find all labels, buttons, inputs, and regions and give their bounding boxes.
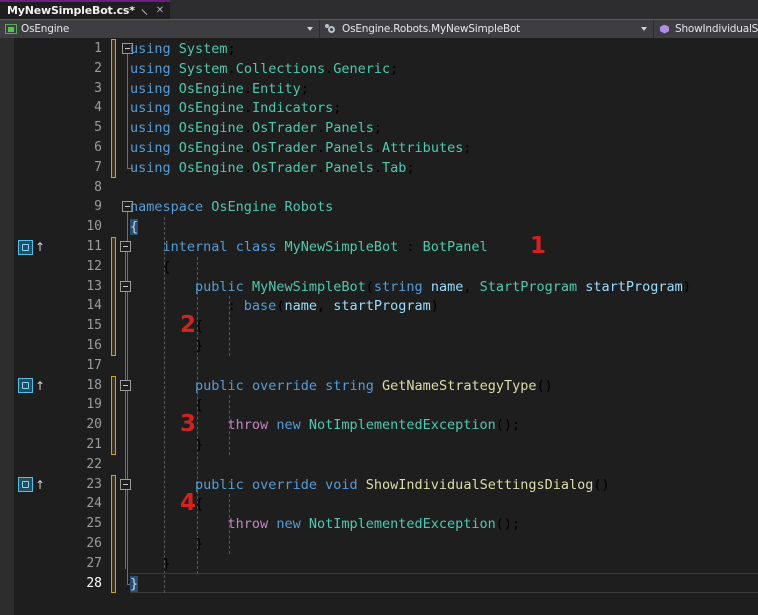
code-line[interactable]: } — [130, 574, 139, 594]
annotation-number-2: 2 — [180, 312, 197, 339]
code-line[interactable]: : base(name, startProgram) — [130, 296, 439, 316]
line-number: 22 — [86, 456, 102, 472]
line-number: 7 — [94, 159, 102, 175]
code-line[interactable]: using OsEngine.Entity; — [130, 79, 309, 99]
method-icon — [659, 24, 671, 35]
fold-span-line — [127, 207, 128, 584]
close-icon[interactable]: ✕ — [156, 5, 164, 16]
change-bar-segment — [111, 474, 116, 594]
line-number: 9 — [94, 199, 102, 215]
code-line[interactable]: public override string GetNameStrategyTy… — [130, 376, 553, 396]
navbar-member-label: ShowIndividualSetting — [675, 23, 758, 35]
change-bar-segment — [111, 375, 116, 455]
line-number: 24 — [86, 496, 102, 512]
annotation-number-1: 1 — [530, 233, 547, 259]
code-line[interactable]: using System.Collections.Generic; — [130, 59, 398, 79]
code-line[interactable] — [130, 455, 138, 475]
class-icon — [325, 23, 338, 35]
line-number: 5 — [94, 120, 102, 136]
pin-icon[interactable]: ⚊ — [139, 3, 153, 17]
fold-span-line — [125, 291, 126, 351]
line-number: 17 — [86, 357, 102, 373]
inheritance-glyph[interactable]: ↑ — [18, 376, 60, 396]
navbar-member-dropdown[interactable]: ShowIndividualSetting — [654, 20, 758, 38]
line-number: 1 — [94, 41, 102, 56]
code-line[interactable] — [130, 356, 138, 376]
code-line[interactable]: { — [130, 217, 139, 237]
project-icon — [5, 24, 17, 34]
code-line[interactable]: using OsEngine.OsTrader.Panels; — [130, 118, 382, 138]
line-number: 3 — [94, 80, 102, 96]
code-line[interactable]: namespace OsEngine.Robots — [130, 197, 333, 217]
change-bar-segment — [111, 39, 116, 178]
line-number: 26 — [86, 536, 102, 551]
inheritance-icon[interactable] — [18, 239, 33, 255]
annotation-number-3: 3 — [180, 411, 197, 438]
code-line[interactable]: throw new NotImplementedException(); — [130, 514, 521, 534]
change-tracking-bar — [110, 38, 118, 615]
code-line[interactable]: using OsEngine.OsTrader.Panels.Tab; — [130, 158, 415, 178]
line-number: 20 — [86, 417, 102, 433]
code-editor[interactable]: ↑ ↑ ↑ 1 2 3 4 5 6 7 8 9 10 11 12 13 14 15 16 17 18 19 20 21 22 2… — [0, 38, 758, 615]
navbar-project-dropdown[interactable]: OsEngine — [0, 20, 320, 38]
code-line[interactable]: { — [130, 257, 171, 277]
inheritance-icon[interactable] — [18, 477, 33, 493]
line-number-margin: 1 2 3 4 5 6 7 8 9 10 11 12 13 14 15 16 17 18 19 20 21 22 23 24 2… — [60, 38, 102, 615]
line-number: 15 — [86, 318, 102, 334]
tab-title: MyNewSimpleBot.cs* — [7, 4, 135, 17]
code-line[interactable]: internal class MyNewSimpleBot : BotPanel — [130, 237, 488, 257]
code-line[interactable]: } — [130, 554, 171, 574]
editor-tab-mynewsimplebot[interactable]: MyNewSimpleBot.cs* ⚊ ✕ — [0, 0, 171, 19]
inheritance-glyph[interactable]: ↑ — [18, 475, 60, 495]
arrow-up-icon[interactable]: ↑ — [35, 241, 45, 253]
change-bar-segment — [111, 237, 116, 356]
line-number: 2 — [94, 60, 102, 76]
line-number: 6 — [94, 140, 102, 155]
line-number: 10 — [86, 219, 102, 235]
line-number: 19 — [86, 397, 102, 413]
line-number: 16 — [86, 338, 102, 353]
fold-span-line — [127, 49, 128, 168]
fold-span-line — [125, 489, 126, 549]
code-text-area[interactable]: using System; using System.Collections.Ge… — [120, 38, 758, 615]
code-line[interactable]: using System; — [130, 39, 236, 59]
line-number: 28 — [86, 575, 102, 591]
editor-tab-strip: MyNewSimpleBot.cs* ⚊ ✕ — [0, 0, 758, 19]
navbar-project-label: OsEngine — [21, 23, 70, 35]
line-number: 25 — [86, 516, 102, 532]
inheritance-icon[interactable] — [18, 378, 33, 394]
fold-span-line — [125, 390, 126, 450]
code-line[interactable]: public override void ShowIndividualSetti… — [130, 475, 610, 495]
line-number: 23 — [86, 476, 102, 492]
line-number: 18 — [86, 377, 102, 393]
arrow-up-icon[interactable]: ↑ — [35, 479, 45, 491]
navbar-type-dropdown[interactable]: OsEngine.Robots.MyNewSimpleBot — [320, 20, 654, 38]
code-line[interactable]: using OsEngine.OsTrader.Panels.Attribute… — [130, 138, 471, 158]
navbar-type-label: OsEngine.Robots.MyNewSimpleBot — [342, 23, 521, 35]
editor-outer-margin — [0, 38, 14, 615]
code-line[interactable]: } — [130, 534, 203, 554]
arrow-up-icon[interactable]: ↑ — [35, 380, 45, 392]
inheritance-glyph[interactable]: ↑ — [18, 237, 60, 257]
line-number: 27 — [86, 555, 102, 571]
line-number: 11 — [86, 239, 102, 254]
code-line[interactable]: public MyNewSimpleBot(string name, Start… — [130, 277, 691, 297]
annotation-number-4: 4 — [180, 490, 197, 517]
navigation-bar: OsEngine OsEngine.Robots.MyNewSimpleBot … — [0, 19, 758, 38]
line-number: 21 — [86, 437, 102, 452]
code-line[interactable]: } — [130, 435, 203, 455]
code-line[interactable]: using OsEngine.Indicators; — [130, 98, 341, 118]
line-number: 12 — [86, 258, 102, 274]
line-number: 8 — [94, 179, 102, 195]
line-number: 13 — [86, 278, 102, 294]
line-number: 4 — [94, 100, 102, 116]
code-line[interactable]: } — [130, 336, 203, 356]
inheritance-glyph-margin: ↑ ↑ ↑ — [14, 38, 60, 615]
chevron-down-icon[interactable] — [641, 27, 647, 31]
code-line[interactable] — [130, 178, 138, 198]
line-number: 14 — [86, 298, 102, 314]
chevron-down-icon[interactable] — [307, 27, 313, 31]
